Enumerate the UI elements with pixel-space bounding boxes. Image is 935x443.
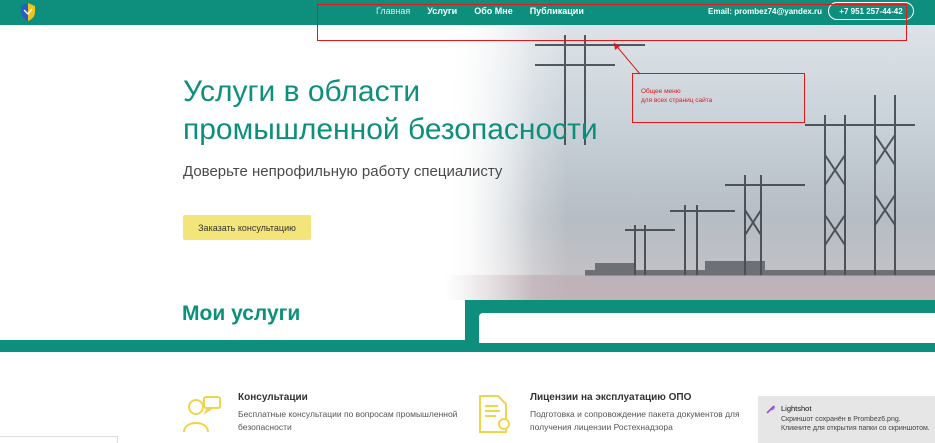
hero-title: Услуги в области промышленной безопаснос… — [183, 75, 598, 146]
toast-title: Lightshot — [781, 404, 812, 413]
license-document-icon — [476, 394, 516, 434]
service-card-title: Консультации — [238, 392, 308, 403]
feather-icon — [766, 405, 775, 414]
services-band-inner — [479, 313, 935, 343]
services-section-title: Мои услуги — [182, 302, 301, 325]
hero-port-cranes-image — [445, 25, 935, 301]
hero-section: Услуги в области промышленной безопаснос… — [0, 25, 935, 301]
annotation-arrow-icon — [613, 42, 641, 75]
service-card-text: Бесплатные консультации по вопросам пром… — [238, 409, 458, 432]
service-card-text: Подготовка и сопровождение пакета докуме… — [530, 409, 740, 432]
annotation-menu-highlight — [317, 4, 907, 41]
consultation-icon — [182, 394, 222, 434]
annotation-line: Общее меню — [641, 88, 681, 95]
divider — [0, 436, 118, 437]
annotation-line: для всех страниц сайта — [641, 97, 713, 104]
site-logo-icon[interactable] — [19, 2, 37, 22]
divider — [117, 436, 118, 443]
service-card-title: Лицензии на эксплуатацию ОПО — [530, 392, 692, 403]
order-consultation-button[interactable]: Заказать консультацию — [183, 215, 311, 240]
hero-subtitle: Доверьте непрофильную работу специалисту — [183, 163, 503, 180]
toast-message: Скриншот сохранён в Prombez6.png. Кликни… — [781, 416, 930, 432]
lightshot-notification[interactable]: Lightshot Скриншот сохранён в Prombez6.p… — [758, 396, 935, 443]
annotation-note: Общее меню для всех страниц сайта — [641, 87, 712, 105]
